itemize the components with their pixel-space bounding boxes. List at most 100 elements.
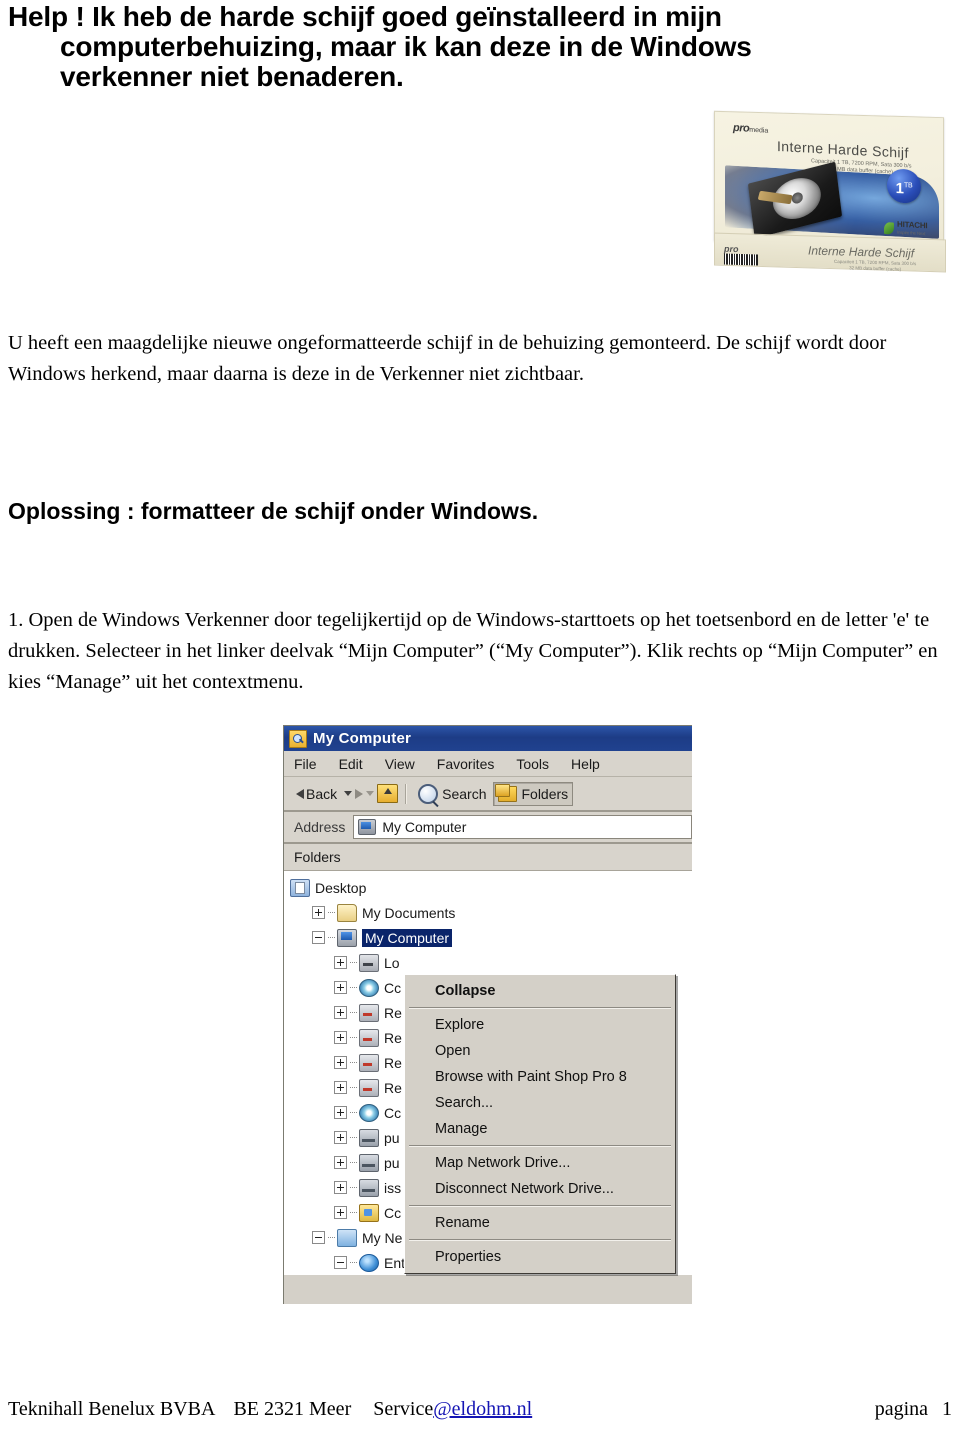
network-folder-icon xyxy=(359,1203,379,1222)
tree-connector xyxy=(328,936,335,939)
context-menu: Collapse Explore Open Browse with Paint Sho… xyxy=(404,974,676,1274)
explorer-title-bar: My Computer xyxy=(284,726,692,751)
context-menu-item[interactable]: Explore xyxy=(405,1012,675,1038)
promedia-logo-suffix: media xyxy=(749,126,769,135)
expand-icon[interactable] xyxy=(334,956,347,969)
tree-item-label: Cc xyxy=(384,1104,402,1121)
tree-item-label: My Ne xyxy=(362,1229,403,1246)
context-menu-item[interactable]: Map Network Drive... xyxy=(405,1150,675,1176)
box-side-title: Interne Harde Schijf xyxy=(808,243,915,261)
tree-connector xyxy=(328,911,335,914)
expand-icon[interactable] xyxy=(334,1031,347,1044)
drive-icon xyxy=(359,953,379,972)
tree-connector xyxy=(350,1086,357,1089)
toolbar-separator xyxy=(405,783,408,804)
expand-icon[interactable] xyxy=(334,1056,347,1069)
my-network-icon xyxy=(337,1228,357,1247)
collapse-icon[interactable] xyxy=(312,1231,325,1244)
my-computer-icon xyxy=(358,819,377,835)
back-dropdown-icon[interactable] xyxy=(344,791,353,796)
menu-item-view[interactable]: View xyxy=(385,756,415,772)
forward-icon[interactable] xyxy=(355,788,364,799)
forward-dropdown-icon[interactable] xyxy=(366,791,375,796)
expand-icon[interactable] xyxy=(334,1181,347,1194)
expand-icon[interactable] xyxy=(334,1206,347,1219)
context-menu-item[interactable]: Disconnect Network Drive... xyxy=(405,1176,675,1202)
context-menu-item[interactable]: Browse with Paint Shop Pro 8 xyxy=(405,1064,675,1090)
promedia-logo-brand: pro xyxy=(733,121,750,135)
expand-icon[interactable] xyxy=(334,981,347,994)
network-drive-icon xyxy=(359,1153,379,1172)
folder-search-icon xyxy=(289,729,307,748)
capacity-unit: TB xyxy=(903,182,913,190)
menu-item-help[interactable]: Help xyxy=(571,756,600,772)
tree-item-label: Re xyxy=(384,1029,402,1046)
removable-icon xyxy=(359,1003,379,1022)
tree-connector xyxy=(328,1236,335,1239)
page-title-line-2: computerbehuizing, maar ik kan deze in d… xyxy=(60,31,752,62)
documents-icon xyxy=(337,903,357,922)
removable-icon xyxy=(359,1053,379,1072)
cd-drive-icon xyxy=(359,978,379,997)
menu-item-tools[interactable]: Tools xyxy=(516,756,549,772)
expand-icon[interactable] xyxy=(334,1106,347,1119)
tree-connector xyxy=(350,1186,357,1189)
explorer-address-bar: Address My Computer xyxy=(284,812,692,844)
address-input[interactable]: My Computer xyxy=(353,815,692,839)
retail-box-front: promedia Interne Harde Schijf Capaciteit… xyxy=(714,110,944,248)
box-title: Interne Harde Schijf xyxy=(777,137,909,161)
explorer-window-title: My Computer xyxy=(313,730,412,747)
page-footer: Teknihall Benelux BVBA BE 2321 Meer Serv… xyxy=(8,1398,952,1421)
menu-item-favorites[interactable]: Favorites xyxy=(437,756,495,772)
tree-item[interactable]: My Documents xyxy=(290,900,692,925)
network-drive-icon xyxy=(359,1178,379,1197)
expand-icon[interactable] xyxy=(334,1131,347,1144)
tree-connector xyxy=(350,1161,357,1164)
tree-item-label: Lo xyxy=(384,954,400,971)
collapse-icon[interactable] xyxy=(334,1256,347,1269)
tree-item-label: Re xyxy=(384,1004,402,1021)
tree-connector xyxy=(350,1011,357,1014)
back-button[interactable]: Back xyxy=(292,783,341,805)
menu-item-file[interactable]: File xyxy=(294,756,317,772)
tree-item-label: pu xyxy=(384,1154,400,1171)
menu-item-edit[interactable]: Edit xyxy=(339,756,363,772)
folders-icon xyxy=(495,783,518,802)
tree-item[interactable]: My Computer xyxy=(290,925,692,950)
folders-button[interactable]: Folders xyxy=(493,781,574,806)
address-label: Address xyxy=(294,819,346,835)
tree-item-label: Desktop xyxy=(315,879,367,896)
context-menu-item[interactable]: Properties xyxy=(405,1244,675,1270)
product-photo: promedia Interne Harde Schijf Capaciteit… xyxy=(708,110,952,275)
footer-service-label: Service xyxy=(373,1398,434,1420)
hitachi-tagline: Inspire the Next xyxy=(896,229,925,237)
context-menu-item[interactable]: Collapse xyxy=(405,978,675,1004)
tree-connector xyxy=(350,1111,357,1114)
search-button[interactable]: Search xyxy=(414,781,490,807)
collapse-icon[interactable] xyxy=(312,931,325,944)
tree-item[interactable]: Lo xyxy=(290,950,692,975)
up-one-level-icon[interactable] xyxy=(377,784,399,803)
intro-paragraph: U heeft een maagdelijke nieuwe ongeforma… xyxy=(8,332,887,385)
tree-connector xyxy=(350,961,357,964)
context-menu-separator xyxy=(409,1205,671,1207)
globe-icon xyxy=(359,1253,379,1272)
footer-email-link[interactable]: @eldohm.nl xyxy=(433,1398,532,1421)
expand-icon[interactable] xyxy=(334,1006,347,1019)
context-menu-item[interactable]: Rename xyxy=(405,1210,675,1236)
context-menu-item[interactable]: Search... xyxy=(405,1090,675,1116)
page-title-line-3: verkenner niet benaderen. xyxy=(60,61,404,92)
tree-item[interactable]: Desktop xyxy=(290,875,692,900)
expand-icon[interactable] xyxy=(334,1156,347,1169)
step-paragraph: 1. Open de Windows Verkenner door tegeli… xyxy=(8,609,938,693)
context-menu-item[interactable]: Manage xyxy=(405,1116,675,1142)
computer-icon xyxy=(337,928,357,947)
expand-icon[interactable] xyxy=(334,1081,347,1094)
network-drive-icon xyxy=(359,1128,379,1147)
cd-drive-icon xyxy=(359,1103,379,1122)
tree-item-label: Re xyxy=(384,1079,402,1096)
context-menu-item[interactable]: Open xyxy=(405,1038,675,1064)
footer-company: Teknihall Benelux BVBA xyxy=(8,1398,216,1420)
expand-icon[interactable] xyxy=(312,906,325,919)
footer-page-number: 1 xyxy=(942,1398,952,1420)
